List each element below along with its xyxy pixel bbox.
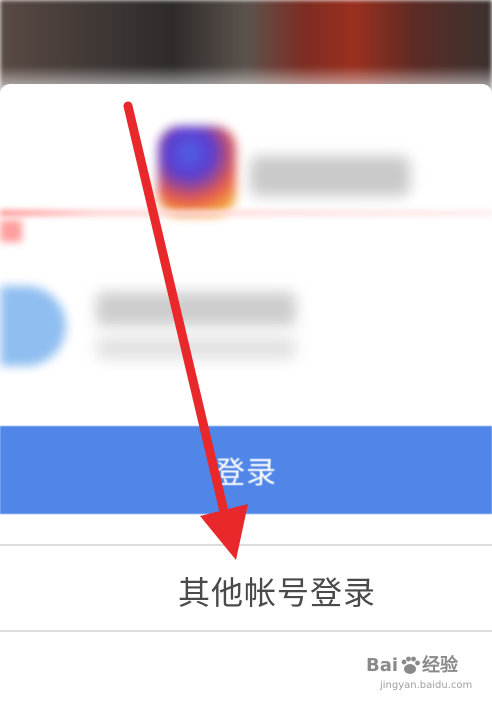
blurred-account-name	[96, 292, 296, 326]
login-button-label: 登录	[215, 456, 277, 491]
blurred-red-mark	[0, 220, 22, 242]
blurred-account-detail	[96, 336, 296, 360]
baidu-jingyan-watermark: Bai 经验 jingyan.baidu.com	[366, 654, 476, 704]
login-button[interactable]: 登录	[0, 426, 492, 514]
blurred-divider	[0, 210, 492, 216]
watermark-domain: jingyan.baidu.com	[380, 680, 473, 691]
blurred-background-photo	[0, 0, 492, 96]
other-account-login-button[interactable]: 其他帐号登录	[0, 544, 492, 632]
watermark-brand-right: 经验	[422, 655, 459, 676]
screenshot: 登录 其他帐号登录 Bai 经验 jingyan.baidu.com	[0, 0, 492, 710]
watermark-brand-left: Bai	[366, 655, 399, 676]
other-account-login-label: 其他帐号登录	[178, 574, 377, 612]
blurred-app-name	[250, 156, 410, 196]
paw-icon	[401, 656, 420, 674]
app-logo-icon	[158, 126, 236, 216]
